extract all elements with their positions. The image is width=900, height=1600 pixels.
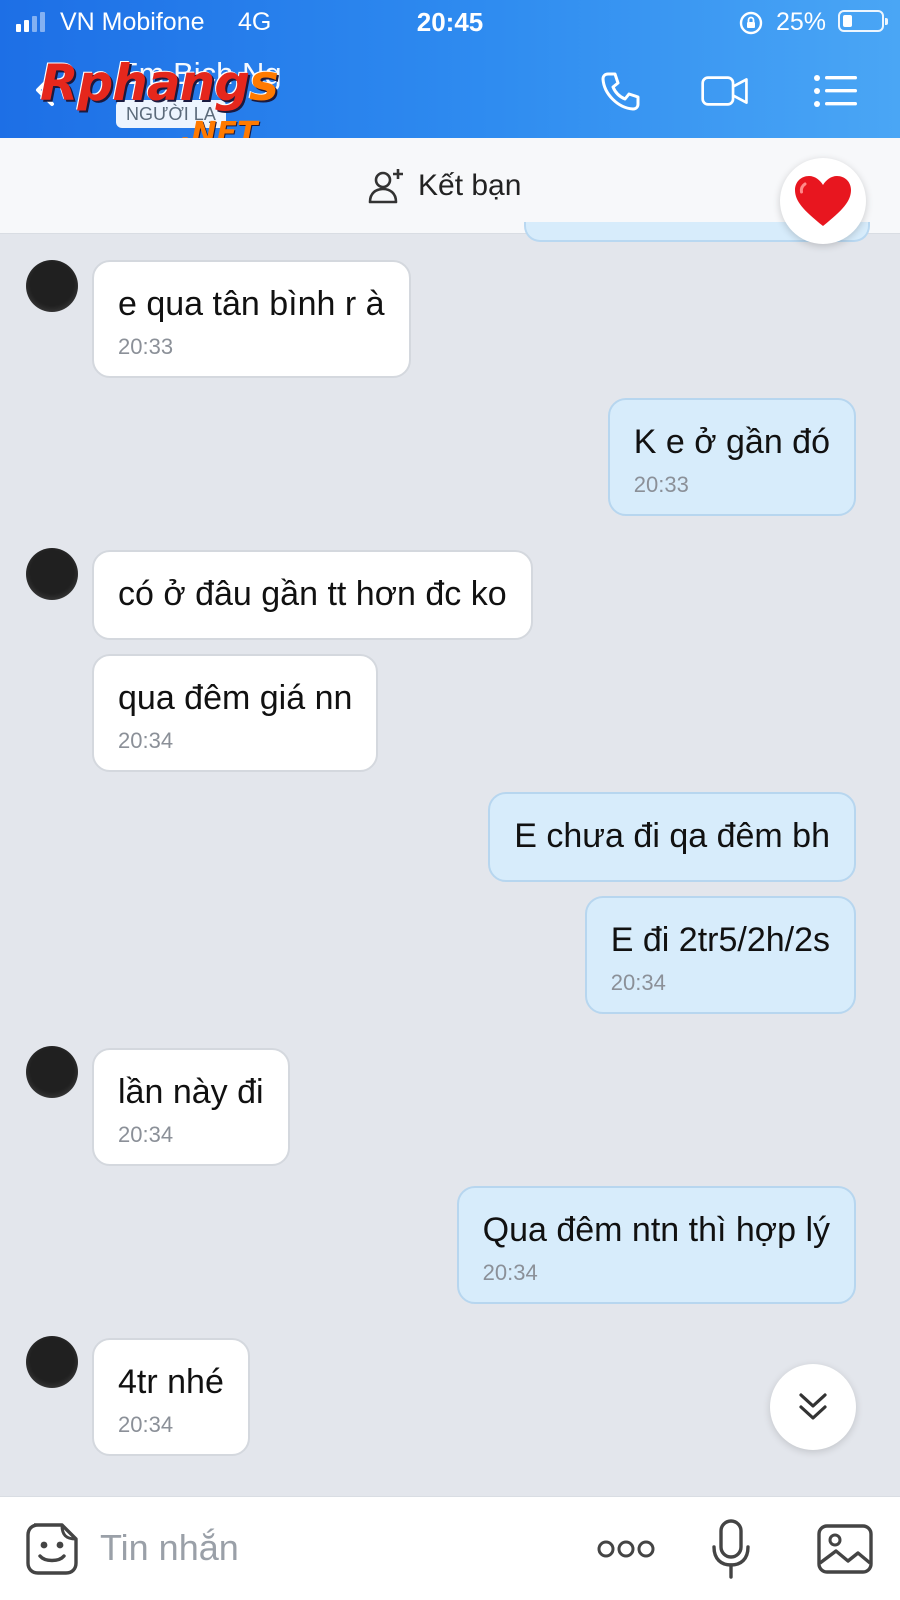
incoming-message[interactable]: qua đêm giá nn 20:34 [92,654,379,772]
add-user-icon [368,169,403,204]
incoming-message[interactable]: e qua tân bình r à 20:33 [92,260,411,378]
message-text: K e ở gần đó [633,423,830,461]
rotation-lock-icon [739,11,763,35]
add-friend-bar: Kết bạn [0,138,900,234]
message-text: E chưa đi qa đêm bh [514,817,830,855]
image-gallery-icon[interactable] [816,1521,874,1577]
message-text: 4tr nhé [118,1363,224,1401]
incoming-message[interactable]: lần này đi 20:34 [92,1048,290,1166]
outgoing-message[interactable]: E đi 2tr5/2h/2s 20:34 [584,896,856,1014]
status-bar: VN Mobifone 4G 20:45 25% [0,0,900,44]
scroll-to-bottom-button[interactable] [770,1364,856,1450]
outgoing-message[interactable]: E chưa đi qa đêm bh [488,792,856,882]
add-friend-label: Kết bạn [418,169,522,202]
chat-header: VN Mobifone 4G 20:45 25% Em Bich Ng NGƯỜ… [0,0,900,151]
message-timestamp: 20:33 [118,334,174,359]
message-input[interactable] [100,1523,560,1573]
message-timestamp: 20:34 [118,728,174,753]
message-text: e qua tân bình r à [118,285,385,323]
phone-icon[interactable] [596,66,646,116]
sender-avatar[interactable] [26,260,78,312]
sender-avatar[interactable] [26,1046,78,1098]
message-text: Qua đêm ntn thì hợp lý [482,1211,830,1249]
message-timestamp: 20:34 [610,970,666,995]
outgoing-message[interactable]: K e ở gần đó 20:33 [607,398,856,516]
message-timestamp: 20:34 [118,1412,174,1437]
menu-list-icon[interactable] [810,66,860,116]
incoming-message[interactable]: có ở đâu gần tt hơn đc ko [92,550,533,640]
message-text: có ở đâu gần tt hơn đc ko [118,575,507,613]
microphone-icon[interactable] [706,1517,756,1581]
video-camera-icon[interactable] [700,66,750,116]
add-friend-button[interactable]: Kết bạn [366,166,521,206]
watermark-logo-text: Rphangs [40,54,279,112]
status-clock: 20:45 [416,7,484,37]
battery-percent: 25% [776,8,827,36]
message-list[interactable]: e qua tân bình r à 20:33 K e ở gần đó 20:33… [0,234,900,1496]
message-text: qua đêm giá nn [118,679,353,717]
sender-avatar[interactable] [26,548,78,600]
message-timestamp: 20:34 [482,1260,538,1285]
message-timestamp: 20:33 [633,472,689,497]
sender-avatar[interactable] [26,1336,78,1388]
message-text: E đi 2tr5/2h/2s [610,921,830,959]
message-composer [0,1496,900,1600]
battery-icon [838,10,888,32]
double-chevron-down-icon [799,1393,827,1420]
sticker-icon[interactable] [24,1521,80,1577]
heart-reaction-button[interactable] [780,158,866,244]
message-timestamp: 20:34 [118,1122,174,1147]
outgoing-message[interactable]: Qua đêm ntn thì hợp lý 20:34 [456,1186,856,1304]
incoming-message[interactable]: 4tr nhé 20:34 [92,1338,250,1456]
more-options-icon[interactable] [596,1531,656,1567]
heart-icon [795,176,851,226]
watermark-logo: Rphangs .NET [40,54,279,151]
message-text: lần này đi [118,1073,264,1111]
